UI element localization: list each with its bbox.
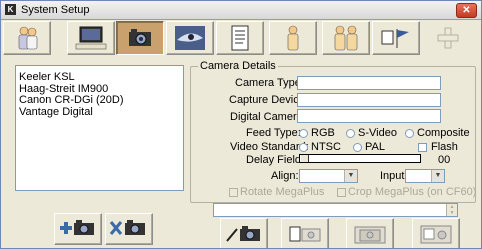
computer-button[interactable] (67, 21, 115, 55)
delay-slider[interactable] (299, 154, 421, 163)
camera-details-title: Camera Details (198, 60, 278, 72)
close-button[interactable]: ✕ (456, 3, 477, 18)
feed-type-label: Feed Type: (246, 127, 301, 139)
eye-icon (175, 26, 205, 50)
window-title: System Setup (21, 4, 90, 16)
rotate-megaplus-checkbox (229, 188, 238, 197)
computer-icon (75, 26, 107, 50)
capture-image-button[interactable] (412, 218, 460, 248)
crop-megaplus-label: Crop MegaPlus (on CF60) (348, 186, 477, 198)
camera-type-label: Camera Type: (235, 77, 304, 89)
edit-camera-icon (226, 226, 260, 242)
person-button[interactable] (269, 21, 317, 55)
edit-camera-button[interactable] (220, 218, 268, 248)
chevron-down-icon[interactable]: ▼ (344, 170, 357, 182)
users-icon (18, 26, 38, 50)
input-label: Input: (380, 170, 408, 182)
align-select[interactable]: ▼ (299, 169, 358, 183)
capture-settings-button[interactable] (346, 218, 394, 248)
document-icon (231, 25, 249, 51)
digital-camera-field[interactable] (297, 109, 441, 123)
feed-svideo-radio[interactable] (346, 129, 355, 138)
video-ntsc-label: NTSC (311, 141, 341, 153)
add-button (424, 21, 472, 55)
delay-value: 00 (438, 154, 451, 166)
rotate-megaplus-label: Rotate MegaPlus (240, 186, 325, 198)
add-camera-button[interactable] (54, 213, 102, 245)
users-button[interactable] (3, 21, 51, 55)
app-logo-icon: K (5, 4, 16, 15)
delay-field-label: Delay Field: (246, 154, 305, 166)
plus-icon (437, 27, 459, 49)
eye-button[interactable] (166, 21, 214, 55)
person-icon (287, 25, 299, 51)
feed-rgb-label: RGB (311, 127, 335, 139)
flags-button[interactable] (372, 21, 420, 55)
title-bar: K System Setup ✕ (1, 1, 481, 20)
spin-arrows-icon: ▲ ▼ (446, 204, 457, 216)
blank-camera-icon (289, 226, 321, 242)
feed-rgb-radio[interactable] (299, 129, 308, 138)
crop-megaplus-checkbox (337, 188, 346, 197)
document-button[interactable] (216, 21, 264, 55)
video-pal-label: PAL (365, 141, 385, 153)
list-item[interactable]: Vantage Digital (16, 106, 183, 119)
feed-svideo-label: S-Video (358, 127, 397, 139)
video-standard-label: Video Standard: (230, 141, 309, 153)
system-setup-window: K System Setup ✕ Keeler KSL Haag-Streit … (0, 0, 482, 249)
list-item[interactable]: Keeler KSL (16, 71, 183, 84)
chevron-down-icon[interactable]: ▼ (431, 170, 444, 182)
camera-icon (129, 29, 151, 46)
toolbar (1, 20, 481, 56)
feed-composite-radio[interactable] (405, 129, 414, 138)
people-button[interactable] (322, 21, 370, 55)
delay-slider-thumb[interactable] (301, 155, 309, 162)
digital-camera-label: Digital Camera: (230, 111, 306, 123)
video-pal-radio[interactable] (353, 143, 362, 152)
video-ntsc-radio[interactable] (299, 143, 308, 152)
delete-camera-icon (109, 220, 145, 235)
delete-camera-button[interactable] (105, 213, 153, 245)
camera-list[interactable]: Keeler KSL Haag-Streit IM900 Canon CR-DG… (15, 65, 184, 191)
add-camera-icon (60, 220, 94, 235)
flash-checkbox[interactable] (418, 143, 427, 152)
feed-composite-label: Composite (417, 127, 470, 139)
input-select[interactable]: ▼ (405, 169, 445, 183)
align-label: Align: (271, 170, 299, 182)
camera-settings-icon (354, 226, 386, 244)
flash-label: Flash (431, 141, 458, 153)
capture-device-field[interactable] (297, 93, 441, 107)
setup-panel: Keeler KSL Haag-Streit IM900 Canon CR-DG… (1, 57, 481, 248)
new-capture-button[interactable] (281, 218, 329, 248)
path-field[interactable]: ▲ ▼ (213, 203, 458, 217)
camera-button[interactable] (116, 21, 164, 55)
camera-image-icon (420, 225, 452, 244)
camera-type-field[interactable] (297, 76, 441, 90)
list-item[interactable]: Canon CR-DGi (20D) (16, 94, 183, 107)
flags-icon (381, 29, 409, 48)
people-icon (334, 25, 358, 51)
